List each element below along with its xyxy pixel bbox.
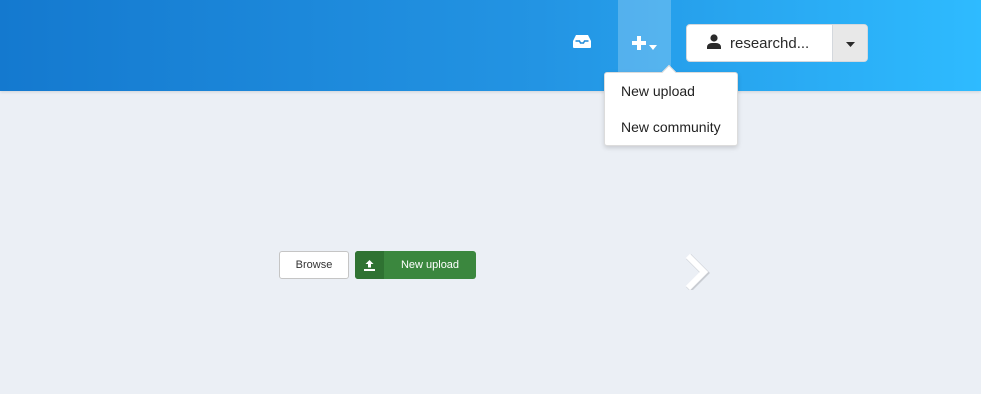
inbox-icon [573,34,591,53]
browse-button[interactable]: Browse [279,251,349,279]
plus-icon [632,36,646,55]
inbox-button[interactable] [566,28,598,58]
top-header: researchd... [0,0,981,91]
menu-item-new-community[interactable]: New community [605,117,737,153]
chevron-right-icon[interactable] [684,253,712,292]
menu-item-new-upload[interactable]: New upload [605,81,737,117]
user-menu-button[interactable]: researchd... [687,25,832,61]
username-label: researchd... [730,34,810,52]
user-icon [707,33,721,53]
caret-down-icon [845,34,855,52]
create-dropdown-menu: New upload New community [604,64,738,146]
new-upload-button[interactable]: New upload [355,251,476,279]
upload-icon [355,251,384,279]
caret-down-icon [649,37,657,55]
new-upload-label: New upload [400,259,460,271]
user-menu: researchd... [686,24,868,62]
user-menu-toggle[interactable] [832,25,867,61]
